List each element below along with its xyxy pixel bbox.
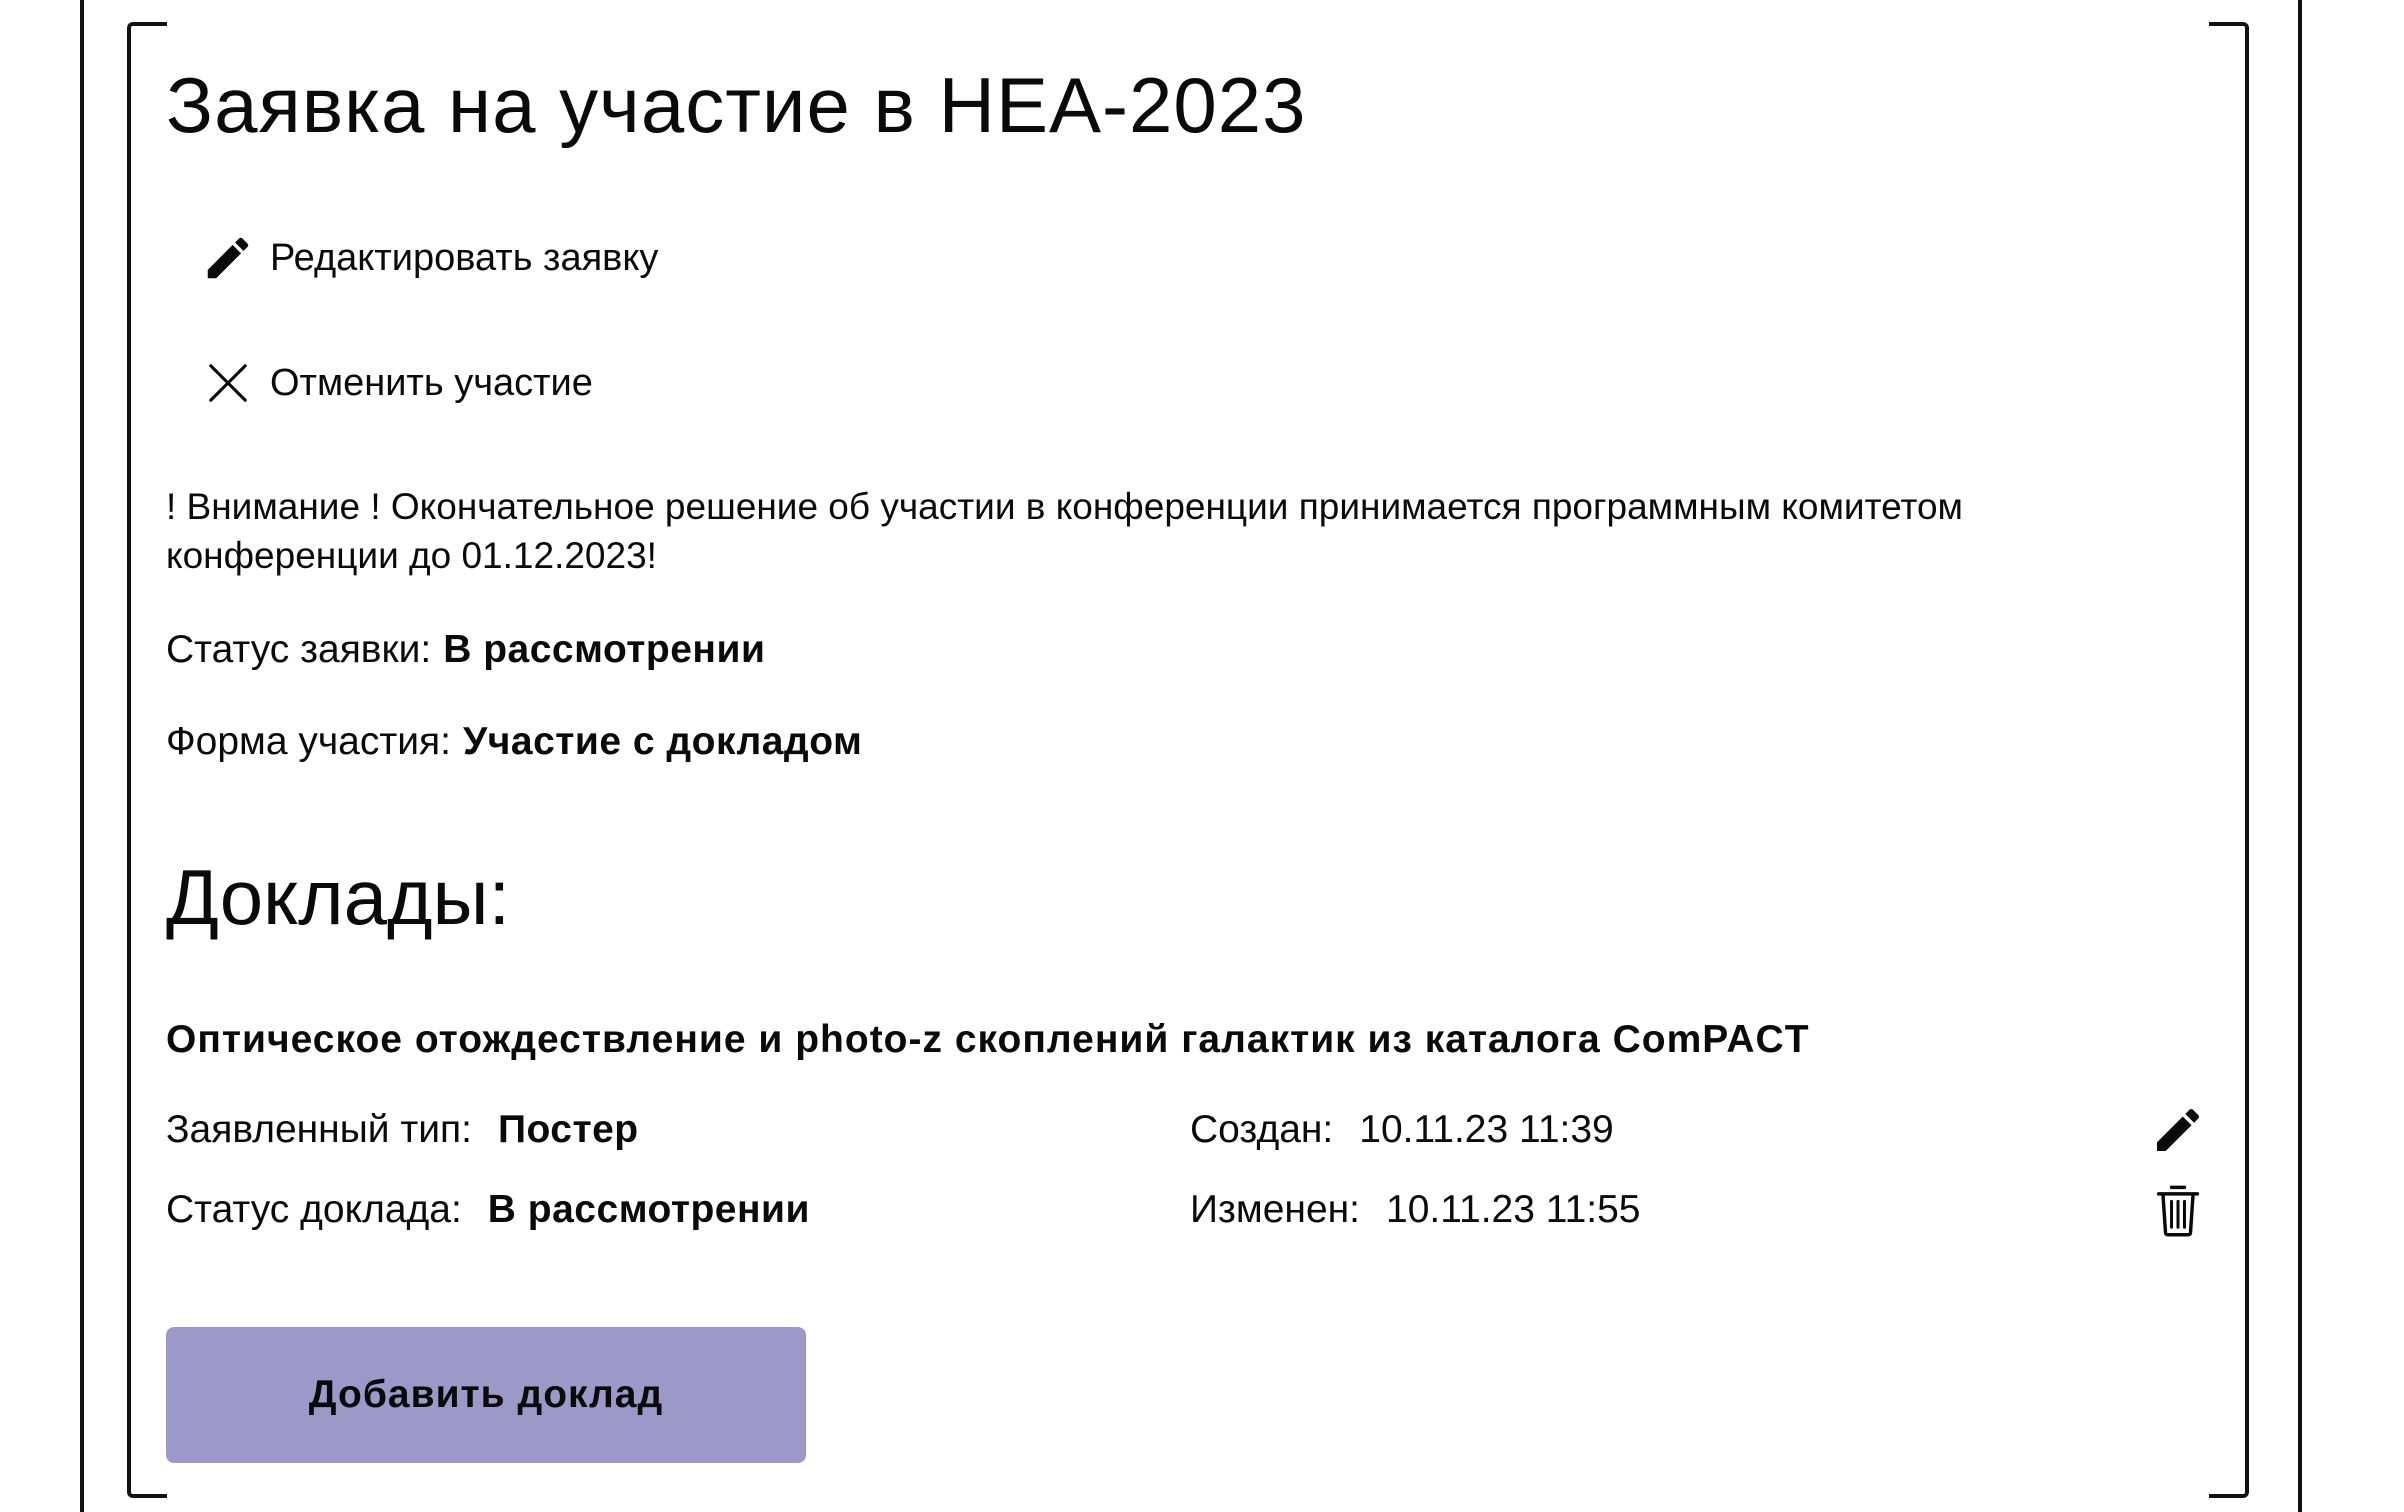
- trash-icon: [2156, 1185, 2200, 1237]
- delete-report-button[interactable]: [2148, 1180, 2208, 1240]
- participation-form: Форма участия: Участие с докладом: [166, 720, 862, 764]
- page-frame-left: [80, 0, 84, 1512]
- cancel-participation-button[interactable]: Отменить участие: [200, 355, 593, 411]
- pencil-icon: [200, 230, 256, 286]
- edit-report-button[interactable]: [2148, 1100, 2208, 1160]
- edit-application-button[interactable]: Редактировать заявку: [200, 230, 658, 286]
- report-status-label: Статус доклада:: [166, 1188, 462, 1231]
- page-frame-right: [2298, 0, 2302, 1512]
- reports-heading: Доклады:: [166, 853, 511, 941]
- report-status: Статус доклада: В рассмотрении: [166, 1188, 810, 1232]
- close-icon: [200, 355, 256, 411]
- report-title: Оптическое отождествление и photo-z скоп…: [166, 1018, 1810, 1061]
- report-type: Заявленный тип: Постер: [166, 1108, 639, 1152]
- cancel-participation-label: Отменить участие: [270, 361, 593, 404]
- deadline-notice: ! Внимание ! Окончательное решение об уч…: [166, 486, 1963, 576]
- application-status-value: В рассмотрении: [443, 628, 766, 671]
- participation-form-value: Участие с докладом: [462, 720, 863, 763]
- page-title: Заявка на участие в НЕА-2023: [166, 61, 1307, 149]
- add-report-button[interactable]: Добавить доклад: [166, 1327, 806, 1463]
- report-modified-value: 10.11.23 11:55: [1386, 1188, 1641, 1231]
- application-status-label: Статус заявки:: [166, 628, 432, 671]
- edit-application-label: Редактировать заявку: [270, 236, 659, 279]
- report-created: Создан: 10.11.23 11:39: [1190, 1108, 1614, 1152]
- report-created-value: 10.11.23 11:39: [1359, 1108, 1614, 1151]
- report-status-value: В рассмотрении: [487, 1188, 810, 1231]
- report-type-value: Постер: [497, 1108, 639, 1151]
- report-modified: Изменен: 10.11.23 11:55: [1190, 1188, 1640, 1232]
- participation-form-label: Форма участия:: [166, 720, 451, 763]
- report-created-label: Создан:: [1190, 1108, 1334, 1151]
- card-bracket-right: [2209, 22, 2249, 1498]
- report-modified-label: Изменен:: [1190, 1188, 1361, 1231]
- card-bracket-left: [127, 22, 167, 1498]
- pencil-icon: [2157, 1108, 2200, 1151]
- report-type-label: Заявленный тип:: [166, 1108, 472, 1151]
- application-status: Статус заявки: В рассмотрении: [166, 628, 765, 672]
